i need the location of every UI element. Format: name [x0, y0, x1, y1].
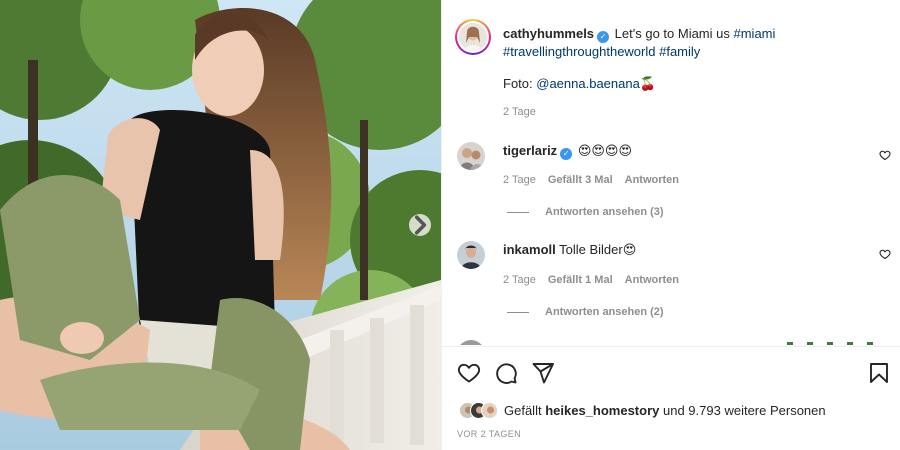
like-button[interactable]	[457, 361, 481, 385]
commenter-username[interactable]: inkamoll	[503, 242, 556, 257]
reply-button[interactable]: Antworten	[625, 274, 679, 286]
replies-divider-line	[507, 311, 529, 313]
replies-divider-line	[507, 211, 529, 213]
reply-button[interactable]: Antworten	[625, 174, 679, 186]
photo-credit: Foto: @aenna.baenana🍒	[503, 75, 656, 92]
author-username[interactable]: cathyhummels	[503, 26, 594, 41]
likes-text: Gefällt heikes_homestory und 9.793 weite…	[504, 403, 826, 418]
comment-time[interactable]: 2 Tage	[503, 174, 536, 186]
liked-by-username[interactable]: heikes_homestory	[545, 403, 659, 418]
author-avatar[interactable]	[455, 19, 491, 55]
post-timestamp[interactable]: VOR 2 TAGEN	[457, 429, 521, 439]
hashtag-link[interactable]: #miami	[734, 26, 776, 41]
comment-body: tigerlariz ✓ 😍😍😍😍	[503, 142, 632, 160]
hashtag-link[interactable]: #travellingthroughtheworld	[503, 44, 655, 59]
commenter-avatar[interactable]	[457, 142, 485, 170]
comment-likes-count[interactable]: Gefällt 1 Mal	[548, 274, 613, 286]
comment-like-heart-icon[interactable]	[879, 149, 891, 161]
post-photo[interactable]	[0, 0, 441, 450]
comment-meta: 2 Tage Gefällt 3 Mal Antworten	[503, 174, 679, 186]
view-replies-label: Antworten ansehen (3)	[545, 206, 664, 218]
comment-button[interactable]	[494, 361, 518, 385]
carousel-next-button[interactable]	[409, 214, 431, 236]
post-caption: cathyhummels ✓ Let's go to Miami us #miam…	[503, 25, 803, 60]
caption-text: Let's go to Miami us	[614, 26, 730, 41]
verified-badge-icon: ✓	[560, 148, 573, 160]
author-avatar-image	[459, 23, 487, 51]
commenter-username[interactable]: tigerlariz	[503, 143, 557, 158]
photo-credit-emoji: 🍒	[639, 76, 657, 91]
likes-suffix[interactable]: und 9.793 weitere Personen	[663, 403, 826, 418]
chevron-right-icon	[414, 215, 427, 235]
comment-icon	[496, 363, 517, 384]
liker-avatar-image	[482, 402, 497, 418]
comment-likes-count[interactable]: Gefällt 3 Mal	[548, 174, 613, 186]
comment-emoji: 😍	[622, 242, 637, 257]
save-button[interactable]	[867, 361, 891, 385]
comments-scroll-area[interactable]: cathyhummels ✓ Let's go to Miami us #miam…	[442, 0, 900, 345]
comment-text: 😍😍😍😍	[577, 143, 633, 158]
comment-body: inkamoll Tolle Bilder😍	[503, 241, 636, 258]
view-replies-button[interactable]: Antworten ansehen (3)	[507, 206, 664, 218]
view-replies-label: Antworten ansehen (2)	[545, 306, 664, 318]
likes-prefix: Gefällt	[504, 402, 542, 418]
view-replies-button[interactable]: Antworten ansehen (2)	[507, 306, 664, 318]
likes-summary: Gefällt heikes_homestory und 9.793 weite…	[459, 401, 826, 419]
verified-badge-icon: ✓	[597, 31, 610, 43]
commenter-avatar-image	[457, 142, 485, 170]
liker-avatar[interactable]	[481, 401, 498, 419]
bookmark-icon	[870, 363, 888, 383]
heart-icon	[457, 363, 481, 383]
hashtag-link[interactable]: #family	[659, 44, 700, 59]
panel-divider	[442, 346, 900, 347]
comment-meta: 2 Tage Gefällt 1 Mal Antworten	[503, 274, 679, 286]
comment-text: Tolle Bilder	[559, 242, 623, 257]
commenter-avatar-image	[457, 241, 485, 269]
share-button[interactable]	[531, 361, 555, 385]
photo-credit-label: Foto:	[503, 76, 533, 91]
share-icon	[532, 363, 554, 384]
post-time[interactable]: 2 Tage	[503, 106, 536, 118]
photo-credit-handle[interactable]: @aenna.baenana	[536, 76, 640, 91]
comment-like-heart-icon[interactable]	[879, 248, 891, 260]
clipped-comment-row	[460, 340, 873, 345]
post-photo-image	[0, 0, 441, 450]
commenter-avatar[interactable]	[457, 241, 485, 269]
post-side-panel: cathyhummels ✓ Let's go to Miami us #miam…	[441, 0, 900, 450]
comment-time[interactable]: 2 Tage	[503, 274, 536, 286]
